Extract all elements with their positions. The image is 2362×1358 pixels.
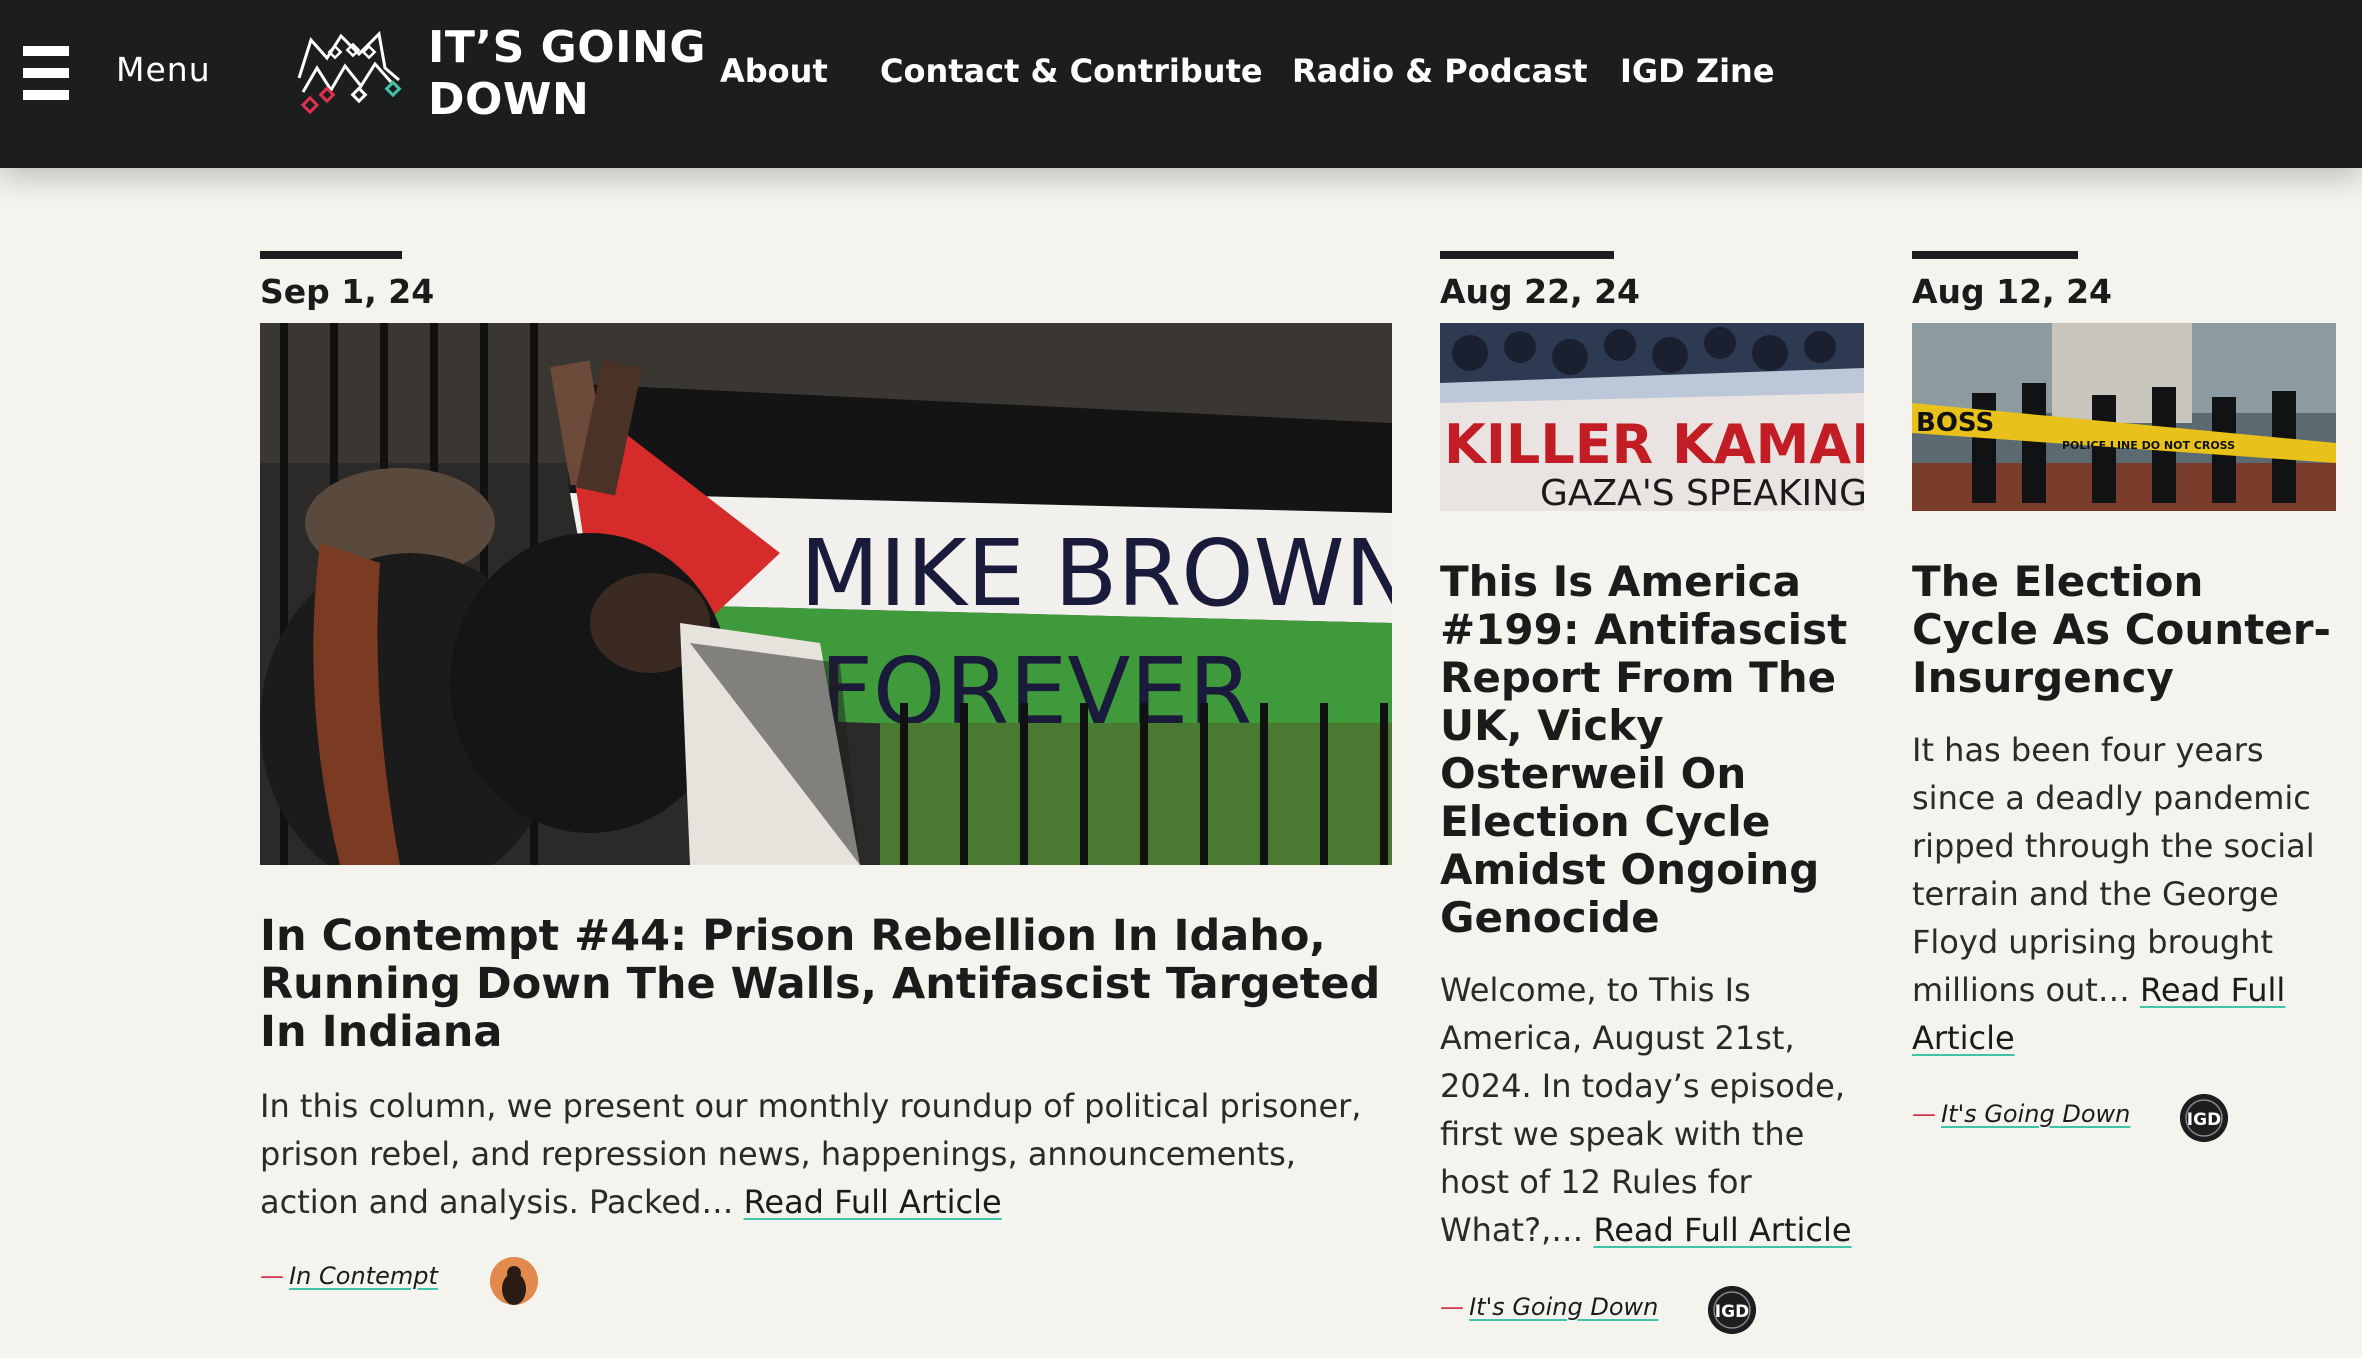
article-image[interactable]: BOSS POLICE LINE DO NOT CROSS — [1912, 323, 2336, 511]
excerpt-text: It has been four years since a deadly pa… — [1912, 731, 2315, 1009]
article-byline: — In Contempt — [260, 1262, 438, 1312]
nav-link-radio-podcast[interactable]: Radio & Podcast — [1292, 52, 1588, 90]
read-full-article-link[interactable]: Read Full Article — [744, 1183, 1002, 1221]
logo-line-2: DOWN — [428, 74, 590, 125]
image-text-1: MIKE BROWN — [800, 520, 1392, 627]
article-date: Aug 22, 24 — [1440, 272, 1641, 311]
article-excerpt: Welcome, to This Is America, August 21st… — [1440, 966, 1870, 1254]
igd-logo-icon[interactable] — [295, 28, 407, 116]
avatar-text: IGD — [1715, 1302, 1749, 1322]
nav-link-contact-contribute[interactable]: Contact & Contribute — [880, 52, 1263, 90]
site-header: Menu IT’S GOING DOWN About Contact & Con… — [0, 0, 2362, 168]
byline-dash: — — [1912, 1100, 1936, 1128]
article-byline: — It's Going Down — [1912, 1100, 2130, 1150]
image-text-1: KILLER KAMALA — [1444, 413, 1864, 476]
date-accent-bar — [1440, 251, 1614, 259]
author-link[interactable]: In Contempt — [289, 1262, 438, 1290]
avatar-text: IGD — [2187, 1110, 2221, 1130]
image-text-2: POLICE LINE DO NOT CROSS — [2062, 439, 2235, 452]
article-excerpt: In this column, we present our monthly r… — [260, 1082, 1400, 1226]
logo-line-1: IT’S GOING — [428, 22, 706, 73]
article-date: Sep 1, 24 — [260, 272, 435, 311]
byline-dash: — — [1440, 1293, 1464, 1321]
site-logo-text[interactable]: IT’S GOING DOWN — [428, 22, 706, 126]
hamburger-menu-icon[interactable] — [23, 46, 69, 100]
article-image[interactable]: KILLER KAMALA GAZA'S SPEAKING — [1440, 323, 1864, 511]
read-full-article-link[interactable]: Read Full Article — [1593, 1211, 1851, 1249]
image-text-2: GAZA'S SPEAKING — [1540, 473, 1864, 511]
article-excerpt: It has been four years since a deadly pa… — [1912, 726, 2332, 1062]
author-link[interactable]: It's Going Down — [1941, 1100, 2130, 1128]
byline-dash: — — [260, 1262, 284, 1290]
date-accent-bar — [260, 251, 402, 259]
date-accent-bar — [1912, 251, 2078, 259]
article-date: Aug 12, 24 — [1912, 272, 2113, 311]
article-image[interactable]: MIKE BROWN FOREVER — [260, 323, 1392, 865]
author-avatar[interactable] — [490, 1257, 538, 1305]
author-avatar[interactable]: IGD — [2180, 1094, 2228, 1142]
excerpt-text: Welcome, to This Is America, August 21st… — [1440, 971, 1845, 1249]
article-title[interactable]: The Election Cycle As Counter-Insurgency — [1912, 558, 2342, 702]
author-avatar[interactable]: IGD — [1708, 1286, 1756, 1334]
article-title[interactable]: In Contempt #44: Prison Rebellion In Ida… — [260, 912, 1400, 1056]
article-title[interactable]: This Is America #199: Antifascist Report… — [1440, 558, 1870, 942]
author-link[interactable]: It's Going Down — [1469, 1293, 1658, 1321]
nav-link-igd-zine[interactable]: IGD Zine — [1620, 52, 1775, 90]
nav-link-about[interactable]: About — [720, 52, 828, 90]
menu-label[interactable]: Menu — [116, 50, 211, 89]
image-text-1: BOSS — [1916, 408, 1994, 438]
article-byline: — It's Going Down — [1440, 1293, 1658, 1343]
